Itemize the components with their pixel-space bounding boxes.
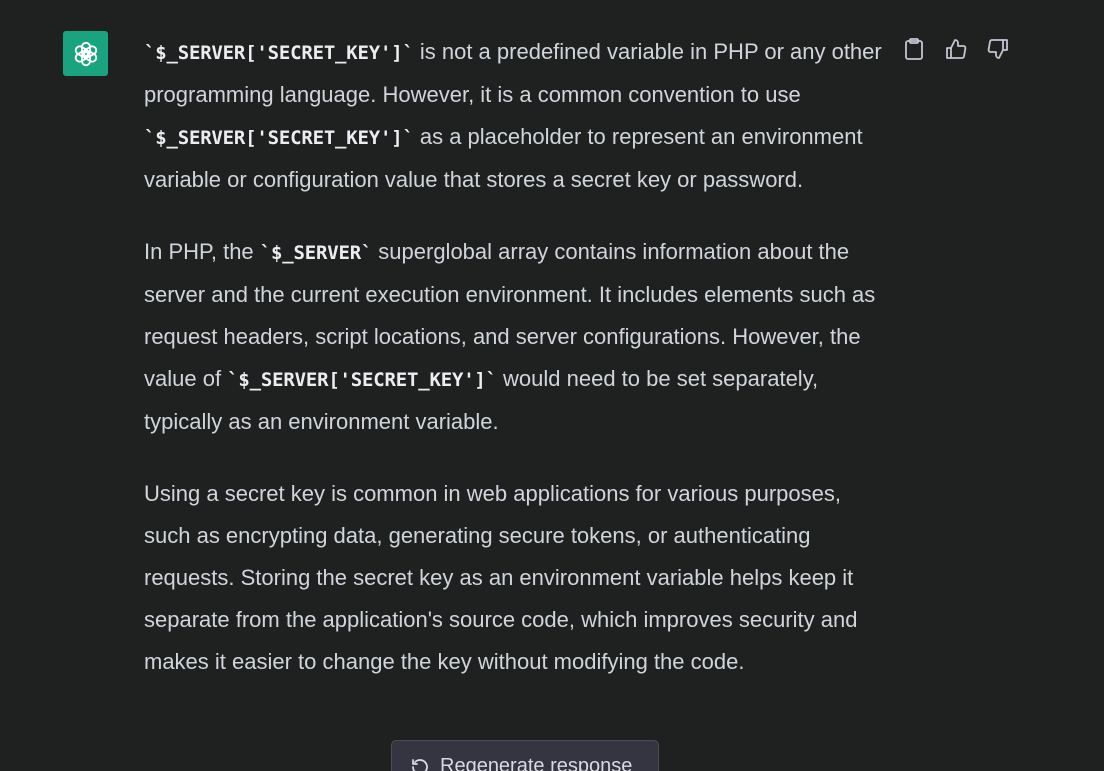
inline-code: `$_SERVER` [259,242,373,264]
regenerate-response-button[interactable]: Regenerate response [391,740,659,771]
refresh-icon [410,755,430,771]
assistant-message: `$_SERVER['SECRET_KEY']` is not a predef… [144,31,889,713]
openai-logo-icon [74,41,97,66]
thumbs-down-button[interactable] [984,35,1012,63]
message-text: Using a secret key is common in web appl… [144,481,858,674]
clipboard-icon [905,38,923,60]
message-paragraph: `$_SERVER['SECRET_KEY']` is not a predef… [144,31,889,201]
thumbs-down-icon [987,39,1008,59]
inline-code: `$_SERVER['SECRET_KEY']` [227,369,497,391]
message-actions [900,35,1012,63]
copy-button[interactable] [900,35,928,63]
message-text: In PHP, the [144,239,260,264]
thumbs-up-icon [946,39,967,59]
thumbs-up-button[interactable] [942,35,970,63]
inline-code: `$_SERVER['SECRET_KEY']` [144,42,414,64]
inline-code: `$_SERVER['SECRET_KEY']` [144,127,414,149]
message-paragraph: In PHP, the `$_SERVER` superglobal array… [144,231,889,443]
regenerate-label: Regenerate response [440,755,633,771]
assistant-avatar [63,31,108,76]
message-paragraph: Using a secret key is common in web appl… [144,473,889,683]
